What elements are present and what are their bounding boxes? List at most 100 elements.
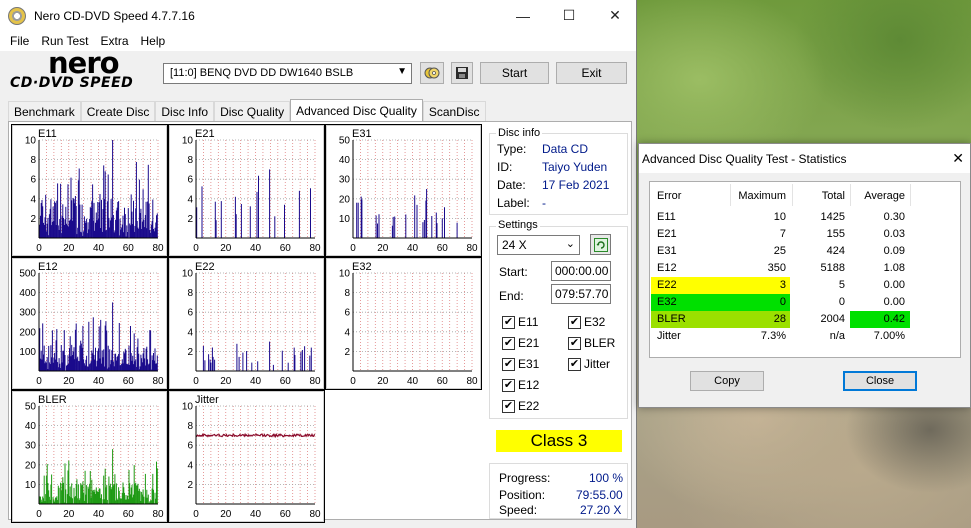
nero-logo: nero CD·DVD SPEED xyxy=(10,46,160,92)
close-button[interactable]: ✕ xyxy=(592,0,636,31)
y-tick-label: 20 xyxy=(25,460,37,471)
check-icon: ✔ xyxy=(502,378,515,392)
close-icon[interactable]: ✕ xyxy=(952,150,964,167)
copy-button[interactable]: Copy xyxy=(690,371,764,391)
cell-average: 0.09 xyxy=(883,245,905,257)
x-tick-label: 80 xyxy=(309,376,321,387)
cell-maximum: 0 xyxy=(779,296,786,308)
maximize-button[interactable]: ☐ xyxy=(546,0,592,31)
refresh-button[interactable] xyxy=(590,234,611,255)
y-tick-label: 2 xyxy=(30,214,36,225)
cell-maximum: 350 xyxy=(767,262,786,274)
cell-average: 0.42 xyxy=(883,313,905,325)
speed-select[interactable]: 24 X ⌄ xyxy=(497,235,580,255)
cell-average: 0.30 xyxy=(883,211,905,223)
x-tick-label: 80 xyxy=(152,376,164,387)
minimize-button[interactable]: — xyxy=(500,0,546,31)
y-tick-label: 6 xyxy=(187,175,193,186)
window-title: Nero CD-DVD Speed 4.7.7.16 xyxy=(34,8,195,23)
menu-file[interactable]: File xyxy=(4,34,35,48)
x-tick-label: 20 xyxy=(63,376,75,387)
y-tick-label: 500 xyxy=(19,269,36,280)
y-tick-label: 10 xyxy=(25,136,37,147)
drive-select[interactable]: [11:0] BENQ DVD DD DW1640 BSLB ▼ xyxy=(163,63,412,84)
title-bar[interactable]: Nero CD-DVD Speed 4.7.7.16 — ☐ ✕ xyxy=(0,0,636,31)
x-tick-label: 0 xyxy=(193,243,199,254)
date-label: Date: xyxy=(497,178,526,192)
y-tick-label: 8 xyxy=(187,288,193,299)
tab-benchmark[interactable]: Benchmark xyxy=(8,101,81,121)
x-tick-label: 80 xyxy=(152,243,164,254)
checkbox-e11[interactable]: ✔ E11 xyxy=(502,315,538,329)
end-time-input[interactable]: 079:57.70 xyxy=(551,284,611,304)
eject-button[interactable] xyxy=(420,62,444,84)
menu-help[interactable]: Help xyxy=(135,34,172,48)
cell-error: E31 xyxy=(657,245,677,257)
checkbox-e21[interactable]: ✔ E21 xyxy=(502,336,539,350)
x-tick-label: 40 xyxy=(250,376,262,387)
y-tick-label: 6 xyxy=(344,308,350,319)
dialog-title-bar[interactable]: Advanced Disc Quality Test - Statistics … xyxy=(639,144,970,173)
tab-advanced-disc-quality[interactable]: Advanced Disc Quality xyxy=(290,99,423,121)
close-dialog-button[interactable]: Close xyxy=(843,371,917,391)
cell-average: 0.00 xyxy=(883,279,905,291)
x-tick-label: 0 xyxy=(36,243,42,254)
tab-disc-quality[interactable]: Disc Quality xyxy=(214,101,291,121)
checkbox-e12[interactable]: ✔ E12 xyxy=(502,378,539,392)
tab-create-disc[interactable]: Create Disc xyxy=(80,101,156,121)
x-tick-label: 60 xyxy=(123,243,135,254)
checkbox-bler[interactable]: ✔ BLER xyxy=(568,336,615,350)
chart-e11: 2 4 6 8 10 0 20 40 60 80 E11 xyxy=(11,124,168,257)
check-icon: ✔ xyxy=(502,315,515,329)
y-tick-label: 8 xyxy=(187,421,193,432)
start-time-input[interactable]: 000:00.00 xyxy=(551,261,611,281)
y-tick-label: 10 xyxy=(25,480,37,491)
checkbox-e22[interactable]: ✔ E22 xyxy=(502,399,539,413)
table-row: E12 350 5188 1.08 xyxy=(650,260,960,277)
table-row: E32 0 0 0.00 xyxy=(650,294,960,311)
chart-title: Jitter xyxy=(195,394,219,406)
checkbox-label: E21 xyxy=(518,336,540,350)
table-row: Jitter 7.3% n/a 7.00% xyxy=(650,328,960,345)
chart-e22: 2 4 6 8 10 0 20 40 60 80 E22 xyxy=(168,257,325,390)
exit-button[interactable]: Exit xyxy=(556,62,627,84)
x-tick-label: 40 xyxy=(407,243,419,254)
x-tick-label: 80 xyxy=(466,243,478,254)
tab-disc-info[interactable]: Disc Info xyxy=(155,101,215,121)
table-header: Error Maximum Total Average xyxy=(650,188,960,205)
x-tick-label: 20 xyxy=(377,243,389,254)
table-row: E21 7 155 0.03 xyxy=(650,226,960,243)
save-button[interactable] xyxy=(451,62,473,84)
nero-window: Nero CD-DVD Speed 4.7.7.16 — ☐ ✕ File Ru… xyxy=(0,0,637,528)
x-tick-label: 80 xyxy=(466,376,478,387)
x-tick-label: 80 xyxy=(309,509,321,520)
checkbox-e31[interactable]: ✔ E31 xyxy=(502,357,539,371)
x-tick-label: 20 xyxy=(220,243,232,254)
start-button[interactable]: Start xyxy=(480,62,549,84)
x-tick-label: 0 xyxy=(350,243,356,254)
y-tick-label: 8 xyxy=(187,155,193,166)
x-tick-label: 80 xyxy=(309,243,321,254)
y-tick-label: 6 xyxy=(30,175,36,186)
cell-total: 424 xyxy=(826,245,845,257)
tab-scandisc[interactable]: ScanDisc xyxy=(422,101,486,121)
eject-icon xyxy=(424,67,440,79)
y-tick-label: 10 xyxy=(182,269,194,280)
checkbox-label: E12 xyxy=(518,378,540,392)
x-tick-label: 0 xyxy=(36,509,42,520)
table-row: E22 3 5 0.00 xyxy=(650,277,960,294)
disc-id-value: Taiyo Yuden xyxy=(542,160,608,174)
quality-class-badge: Class 3 xyxy=(496,430,622,452)
tab-strip: Benchmark Create Disc Disc Info Disc Qua… xyxy=(8,99,486,121)
checkbox-e32[interactable]: ✔ E32 xyxy=(568,315,605,329)
cell-total: n/a xyxy=(829,330,845,342)
speed-label: Speed: xyxy=(499,503,538,517)
chevron-down-icon: ▼ xyxy=(397,66,407,77)
y-tick-label: 100 xyxy=(19,347,36,358)
cell-maximum: 28 xyxy=(773,313,786,325)
x-tick-label: 20 xyxy=(220,509,232,520)
checkbox-label: BLER xyxy=(584,336,616,350)
y-tick-label: 2 xyxy=(187,347,193,358)
table-row: E31 25 424 0.09 xyxy=(650,243,960,260)
checkbox-jitter[interactable]: ✔ Jitter xyxy=(568,357,610,371)
